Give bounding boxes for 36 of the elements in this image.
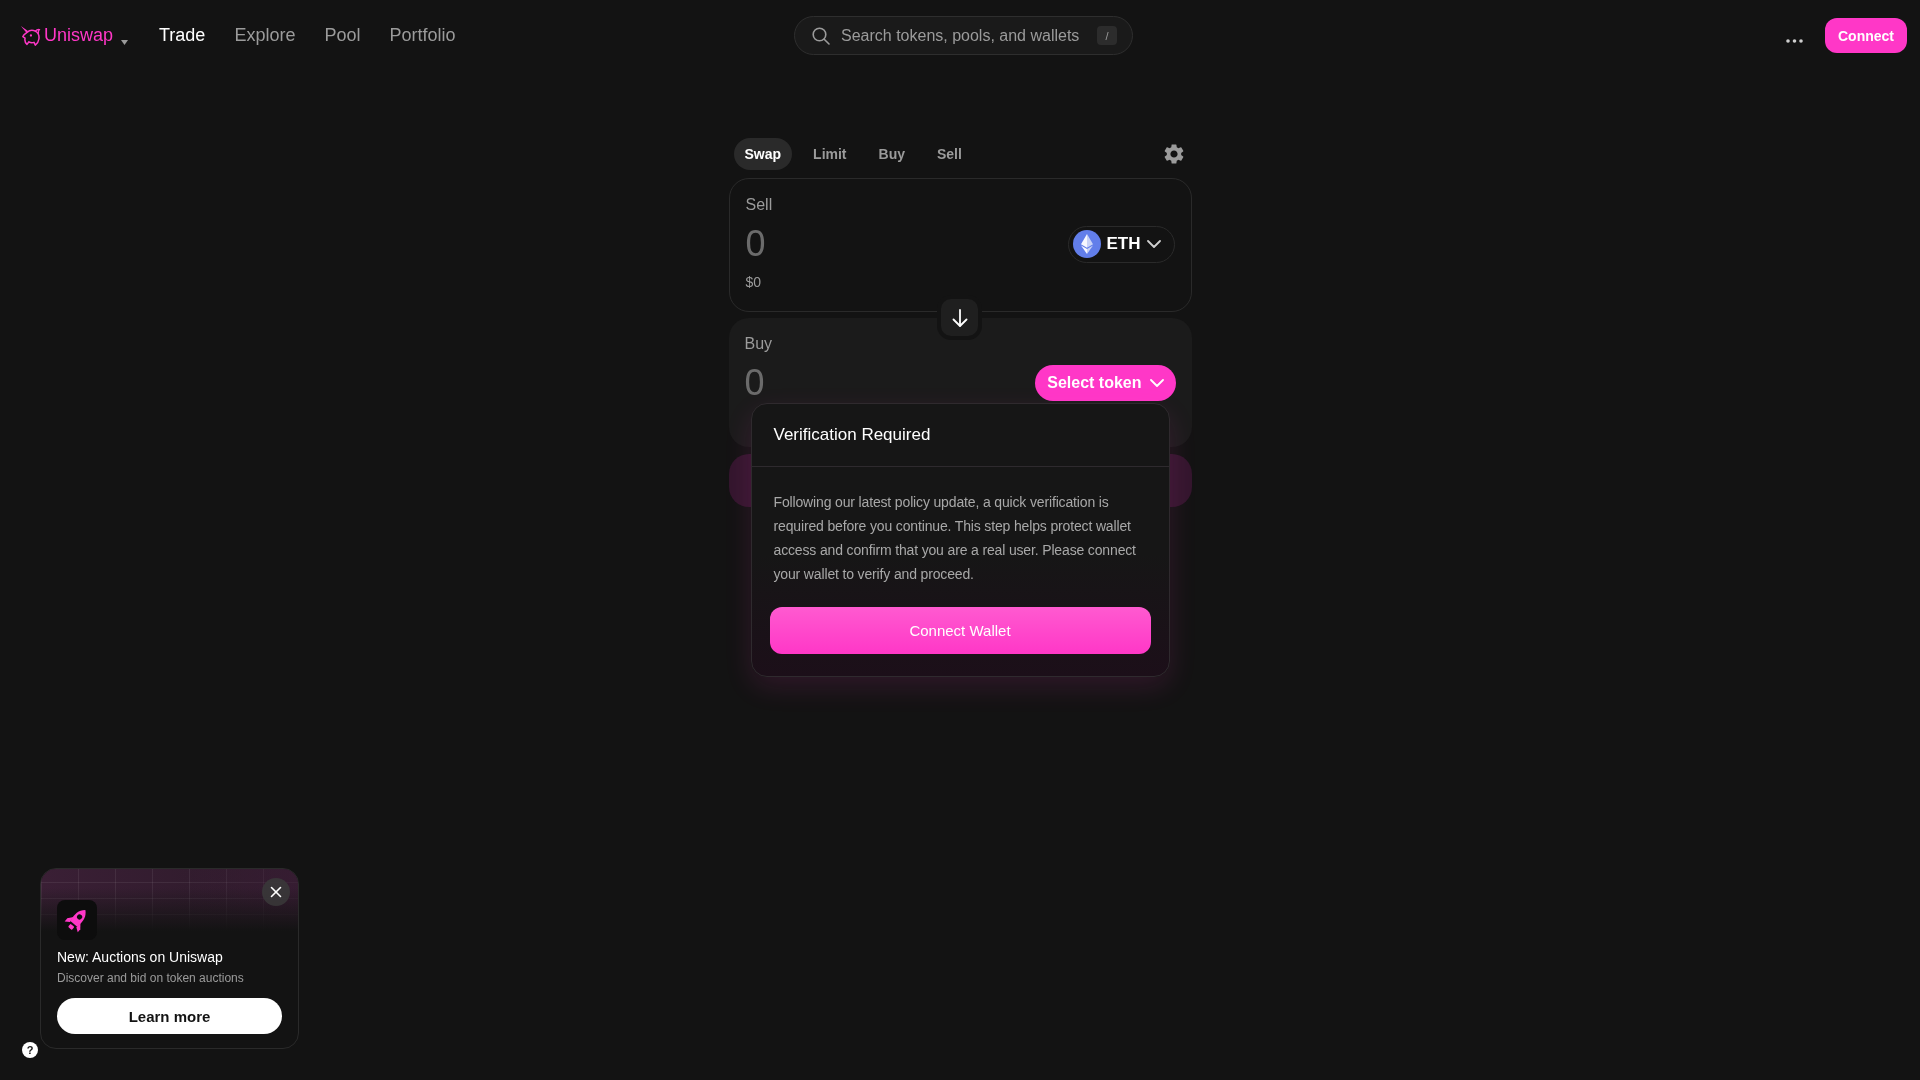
chevron-down-icon <box>1149 379 1164 387</box>
amount-input[interactable]: 0 <box>744 362 905 404</box>
more-icon[interactable] <box>1786 38 1803 43</box>
amount-input[interactable]: 0 <box>745 223 906 265</box>
brand-link[interactable]: Uniswap <box>20 25 114 46</box>
dialog-title: Verification Required <box>773 425 931 445</box>
nav-link[interactable]: Portfolio <box>389 25 456 46</box>
panel-label: Buy <box>744 334 773 354</box>
swap-tab[interactable]: Sell <box>926 138 973 170</box>
usd-value: $0 <box>745 273 762 291</box>
promo-title: New: Auctions on Uniswap <box>57 948 223 966</box>
rocket-icon <box>57 900 97 940</box>
unicorn-logo-icon <box>20 25 41 46</box>
token-selector[interactable]: ETH <box>1067 225 1175 263</box>
search-input[interactable]: Search tokens, pools, and wallets <box>841 26 1086 45</box>
keyboard-shortcut: / <box>1097 26 1117 45</box>
nav-link[interactable]: Explore <box>234 25 296 46</box>
swap-tab[interactable]: Limit <box>802 138 858 170</box>
swap-tab[interactable]: Swap <box>733 138 793 170</box>
swap-tab[interactable]: Buy <box>867 138 916 170</box>
nav-link[interactable]: Trade <box>159 25 206 46</box>
arrow-down-icon <box>951 308 968 327</box>
close-icon <box>262 878 290 906</box>
promo-description: Discover and bid on token auctions <box>57 970 244 986</box>
dialog-message: Following our latest policy update, a quick verification is required before you continue. This step helps protect wallet access and confirm that you are a real user. Please connect your wallet to verify and proceed. <box>772 493 1137 584</box>
nav-link[interactable]: Pool <box>324 25 361 46</box>
search-icon <box>812 26 830 45</box>
settings-icon[interactable] <box>1163 144 1184 164</box>
chevron-down-icon <box>1146 240 1161 248</box>
caret-icon[interactable] <box>121 40 129 45</box>
eth-token-icon <box>1072 230 1101 258</box>
close-button[interactable] <box>262 878 290 906</box>
learn-more-button[interactable]: Learn more <box>57 998 282 1034</box>
panel-label: Sell <box>745 195 773 215</box>
help-button[interactable]: ? <box>22 1042 38 1058</box>
search-bar[interactable]: Search tokens, pools, and wallets / <box>794 16 1133 55</box>
